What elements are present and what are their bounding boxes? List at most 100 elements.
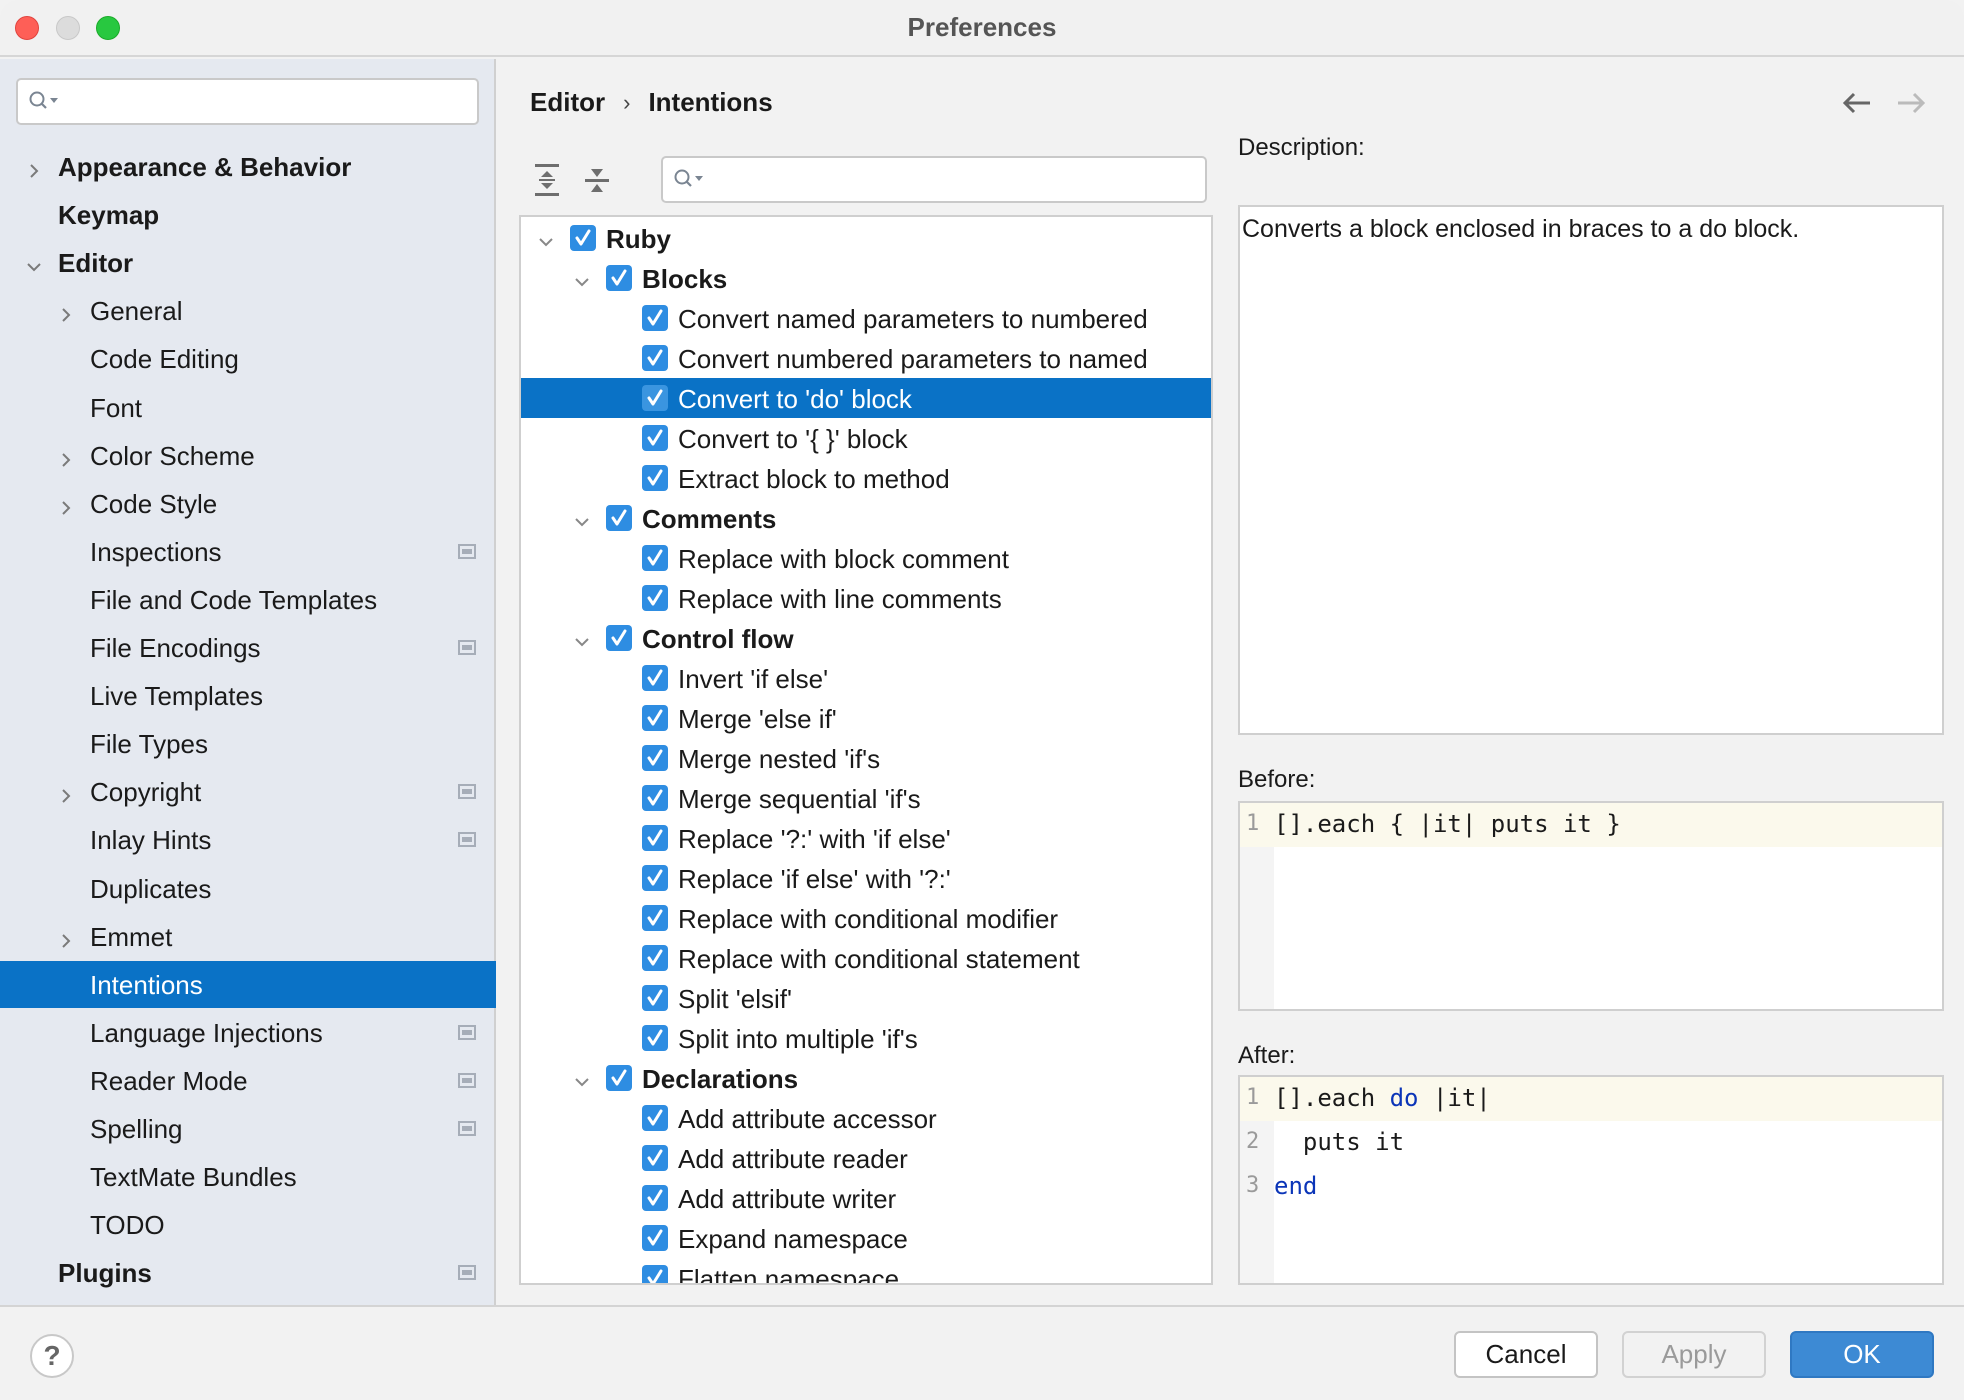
chevron-right-icon[interactable] (56, 301, 76, 323)
tree-item[interactable]: Split 'elsif' (521, 978, 1211, 1018)
cancel-button[interactable]: Cancel (1454, 1331, 1598, 1378)
checkbox[interactable] (606, 1065, 632, 1091)
chevron-down-icon[interactable] (572, 268, 592, 288)
checkbox[interactable] (642, 945, 668, 971)
tree-item[interactable]: Convert to 'do' block (521, 378, 1211, 418)
tree-item[interactable]: Flatten namespace (521, 1258, 1211, 1283)
sidebar-item-textmate-bundles[interactable]: TextMate Bundles (0, 1153, 496, 1200)
sidebar-item-file-encodings[interactable]: File Encodings (0, 624, 496, 671)
sidebar-item-copyright[interactable]: Copyright (0, 768, 496, 815)
tree-item[interactable]: Replace with line comments (521, 578, 1211, 618)
sidebar-item-file-types[interactable]: File Types (0, 720, 496, 767)
tree-item[interactable]: Add attribute writer (521, 1178, 1211, 1218)
forward-button[interactable] (1894, 89, 1928, 117)
tree-group-blocks[interactable]: Blocks (521, 258, 1211, 298)
checkbox[interactable] (642, 705, 668, 731)
checkbox[interactable] (642, 905, 668, 931)
checkbox[interactable] (642, 1225, 668, 1251)
tree-item[interactable]: Expand namespace (521, 1218, 1211, 1258)
checkbox[interactable] (606, 505, 632, 531)
tree-item[interactable]: Merge sequential 'if's (521, 778, 1211, 818)
sidebar-item-spelling[interactable]: Spelling (0, 1105, 496, 1152)
checkbox[interactable] (642, 305, 668, 331)
tree-item[interactable]: Add attribute reader (521, 1138, 1211, 1178)
chevron-down-icon[interactable] (572, 628, 592, 648)
sidebar-item-code-editing[interactable]: Code Editing (0, 335, 496, 382)
chevron-right-icon[interactable] (56, 782, 76, 804)
checkbox[interactable] (642, 1265, 668, 1283)
tree-item[interactable]: Replace with block comment (521, 538, 1211, 578)
intentions-search-input[interactable] (661, 156, 1207, 203)
tree-item[interactable]: Split into multiple 'if's (521, 1018, 1211, 1058)
checkbox[interactable] (642, 865, 668, 891)
tree-item[interactable]: Add attribute accessor (521, 1098, 1211, 1138)
checkbox[interactable] (642, 1105, 668, 1131)
expand-all-button[interactable] (533, 163, 561, 197)
checkbox[interactable] (642, 1025, 668, 1051)
sidebar-item-code-style[interactable]: Code Style (0, 480, 496, 527)
checkbox[interactable] (642, 345, 668, 371)
sidebar-item-plugins[interactable]: Plugins (0, 1249, 496, 1296)
sidebar-item-inspections[interactable]: Inspections (0, 528, 496, 575)
back-button[interactable] (1840, 89, 1874, 117)
sidebar-item-emmet[interactable]: Emmet (0, 913, 496, 960)
sidebar-item-color-scheme[interactable]: Color Scheme (0, 432, 496, 479)
tree-group-ruby[interactable]: Ruby (521, 218, 1211, 258)
checkbox[interactable] (642, 385, 668, 411)
tree-item[interactable]: Replace with conditional statement (521, 938, 1211, 978)
tree-item[interactable]: Replace with conditional modifier (521, 898, 1211, 938)
breadcrumb-parent[interactable]: Editor (530, 87, 605, 118)
ok-button[interactable]: OK (1790, 1331, 1934, 1378)
apply-button[interactable]: Apply (1622, 1331, 1766, 1378)
sidebar-item-appearance-behavior[interactable]: Appearance & Behavior (0, 143, 496, 190)
sidebar-item-language-injections[interactable]: Language Injections (0, 1009, 496, 1056)
checkbox[interactable] (642, 745, 668, 771)
sidebar-item-inlay-hints[interactable]: Inlay Hints (0, 816, 496, 863)
checkbox[interactable] (642, 1185, 668, 1211)
checkbox[interactable] (642, 585, 668, 611)
tree-item[interactable]: Replace 'if else' with '?:' (521, 858, 1211, 898)
checkbox[interactable] (606, 625, 632, 651)
tree-group-declarations[interactable]: Declarations (521, 1058, 1211, 1098)
sidebar-item-keymap[interactable]: Keymap (0, 191, 496, 238)
settings-search-input[interactable] (16, 78, 479, 125)
chevron-down-icon[interactable] (24, 253, 44, 273)
chevron-right-icon[interactable] (56, 927, 76, 948)
checkbox[interactable] (642, 785, 668, 811)
checkbox[interactable] (642, 425, 668, 451)
tree-item[interactable]: Merge 'else if' (521, 698, 1211, 738)
checkbox[interactable] (642, 665, 668, 691)
chevron-down-icon[interactable] (572, 508, 592, 528)
tree-item[interactable]: Extract block to method (521, 458, 1211, 498)
chevron-right-icon[interactable] (24, 157, 44, 178)
chevron-down-icon[interactable] (536, 228, 556, 248)
sidebar-item-duplicates[interactable]: Duplicates (0, 865, 496, 912)
sidebar-item-file-and-code-templates[interactable]: File and Code Templates (0, 576, 496, 623)
checkbox[interactable] (642, 545, 668, 571)
tree-item[interactable]: Merge nested 'if's (521, 738, 1211, 778)
tree-item[interactable]: Convert to '{ }' block (521, 418, 1211, 458)
chevron-right-icon[interactable] (56, 494, 76, 515)
checkbox[interactable] (606, 265, 632, 291)
sidebar-item-todo[interactable]: TODO (0, 1201, 496, 1248)
chevron-right-icon[interactable] (56, 446, 76, 467)
checkbox[interactable] (642, 985, 668, 1011)
sidebar-item-general[interactable]: General (0, 287, 496, 334)
sidebar-item-live-templates[interactable]: Live Templates (0, 672, 496, 719)
sidebar-item-font[interactable]: Font (0, 384, 496, 431)
tree-group-control-flow[interactable]: Control flow (521, 618, 1211, 658)
sidebar-item-intentions[interactable]: Intentions (0, 960, 496, 1008)
chevron-down-icon[interactable] (572, 1068, 592, 1088)
checkbox[interactable] (642, 825, 668, 851)
collapse-all-button[interactable] (583, 163, 611, 197)
sidebar-item-editor[interactable]: Editor (0, 239, 496, 286)
checkbox[interactable] (642, 465, 668, 491)
tree-group-comments[interactable]: Comments (521, 498, 1211, 538)
tree-item[interactable]: Convert named parameters to numbered (521, 298, 1211, 338)
tree-item[interactable]: Replace '?:' with 'if else' (521, 818, 1211, 858)
checkbox[interactable] (642, 1145, 668, 1171)
help-button[interactable]: ? (30, 1334, 74, 1378)
sidebar-item-reader-mode[interactable]: Reader Mode (0, 1057, 496, 1104)
tree-item[interactable]: Convert numbered parameters to named (521, 338, 1211, 378)
tree-item[interactable]: Invert 'if else' (521, 658, 1211, 698)
